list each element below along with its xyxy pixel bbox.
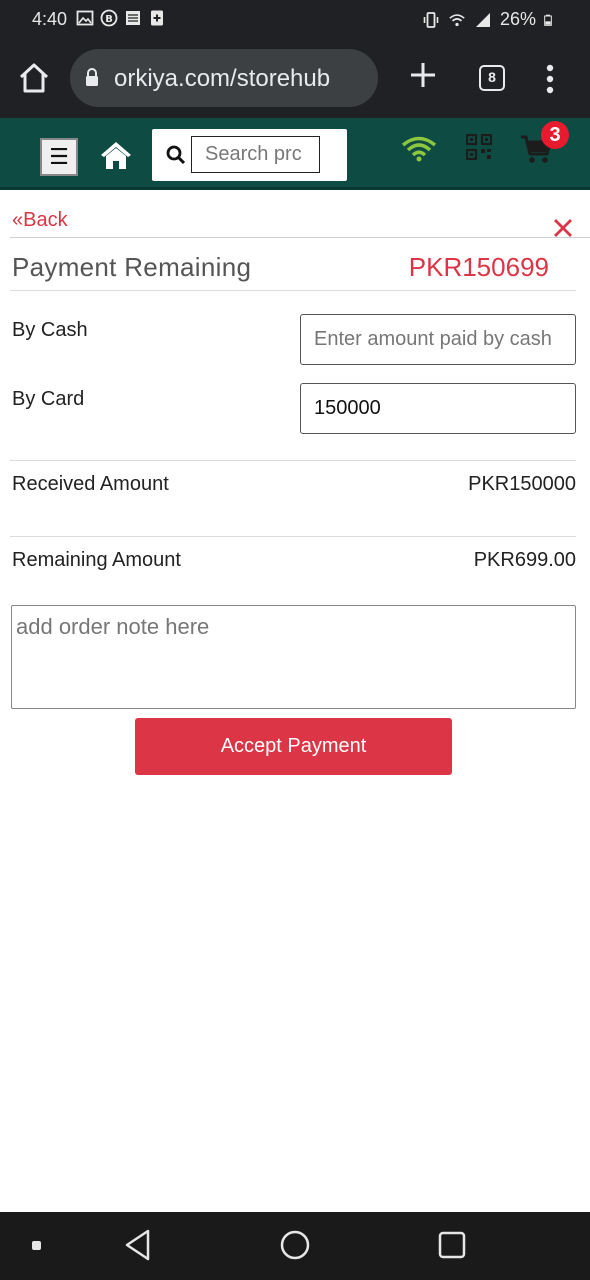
lock-icon <box>86 68 98 86</box>
card-amount-input[interactable] <box>300 383 576 434</box>
app-header: ☰ 3 <box>0 118 590 190</box>
system-nav-bar <box>0 1212 590 1280</box>
search-box <box>152 129 347 181</box>
divider <box>10 460 576 461</box>
cash-label: By Cash <box>12 319 88 341</box>
status-bar: 4:40 B 26% <box>0 0 590 38</box>
search-input[interactable] <box>191 136 320 173</box>
new-tab-plus-icon[interactable] <box>408 60 438 90</box>
plus-box-icon <box>151 10 163 26</box>
cart-count-badge: 3 <box>541 121 569 149</box>
status-notification-icons: B <box>76 9 166 27</box>
browser-toolbar: orkiya.com/storehub 8 <box>0 38 590 118</box>
order-note-textarea[interactable] <box>11 605 576 709</box>
nav-back-icon[interactable] <box>122 1228 154 1262</box>
wifi-status-icon <box>449 13 465 26</box>
remaining-total: PKR150699 <box>408 252 549 282</box>
browser-home-icon[interactable] <box>16 60 52 96</box>
nav-home-icon[interactable] <box>279 1229 311 1261</box>
battery-icon <box>544 14 552 26</box>
vibrate-icon <box>423 11 439 28</box>
accept-payment-button[interactable]: Accept Payment <box>135 718 452 775</box>
url-text: orkiya.com/storehub <box>114 65 331 92</box>
back-link[interactable]: «Back <box>12 209 68 232</box>
home-icon[interactable] <box>100 140 132 170</box>
b-circle-icon: B <box>100 9 118 27</box>
divider <box>10 290 576 291</box>
menu-dots-icon[interactable] <box>540 63 560 95</box>
cash-amount-input[interactable] <box>300 314 576 365</box>
image-icon <box>76 10 94 26</box>
nav-indicator-dot <box>32 1241 41 1250</box>
remaining-amount-value: PKR699.00 <box>473 549 576 571</box>
tab-count-button[interactable]: 8 <box>479 65 505 91</box>
status-system-icons: 26% <box>422 9 556 30</box>
url-bar[interactable]: orkiya.com/storehub <box>70 49 378 107</box>
page-title: Payment Remaining <box>12 252 252 282</box>
nav-recents-icon[interactable] <box>437 1230 467 1260</box>
qr-code-icon[interactable] <box>466 134 492 160</box>
received-amount-value: PKR150000 <box>468 473 576 495</box>
divider <box>10 536 576 537</box>
search-icon[interactable] <box>166 145 186 165</box>
received-amount-label: Received Amount <box>12 473 169 495</box>
battery-percent: 26% <box>499 9 536 29</box>
svg-text:B: B <box>105 14 113 25</box>
remaining-amount-label: Remaining Amount <box>12 549 181 571</box>
divider <box>10 237 590 238</box>
status-time: 4:40 <box>32 9 68 29</box>
hamburger-menu-button[interactable]: ☰ <box>40 138 78 176</box>
signal-icon <box>475 12 490 27</box>
card-label: By Card <box>12 388 85 410</box>
app-icon <box>126 11 140 25</box>
wifi-icon[interactable] <box>400 134 438 162</box>
